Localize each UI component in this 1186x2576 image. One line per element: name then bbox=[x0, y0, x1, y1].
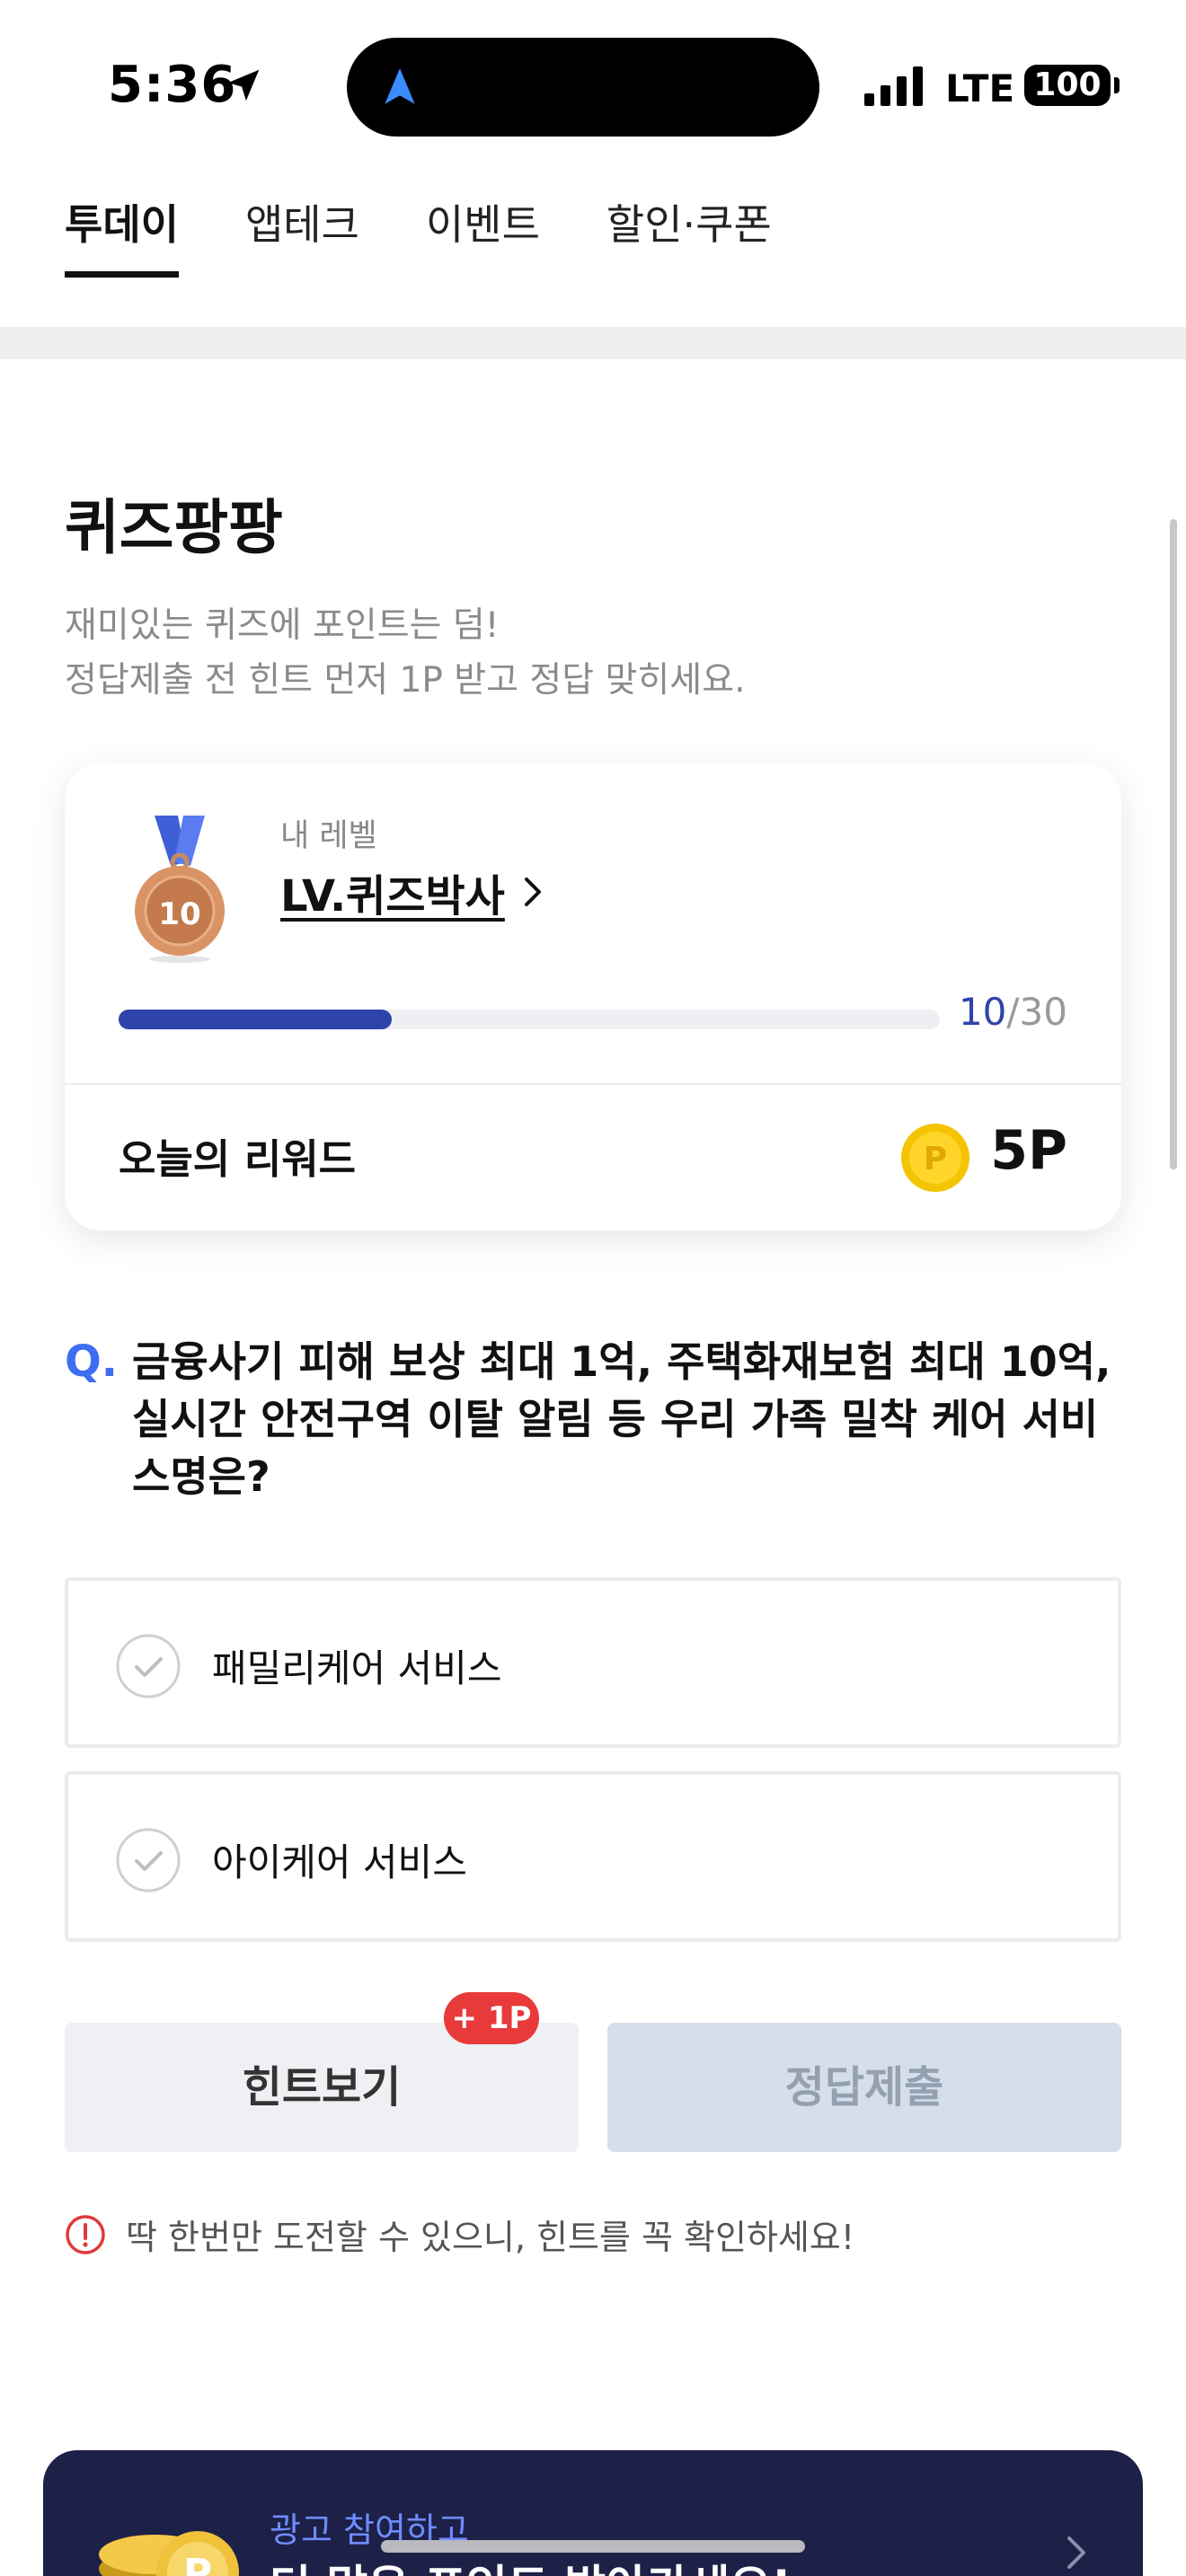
level-name: LV.퀴즈박사 bbox=[280, 871, 505, 922]
top-tabs: 투데이 앱테크 이벤트 할인·쿠폰 bbox=[65, 192, 772, 282]
coin-symbol: P bbox=[924, 1141, 947, 1178]
question-mark: Q. bbox=[65, 1337, 119, 1387]
hint-point-badge: + 1P bbox=[444, 1992, 539, 2044]
level-progress-text: 10/30 bbox=[959, 990, 1067, 1034]
answer-option-2[interactable]: 아이케어 서비스 bbox=[65, 1771, 1121, 1942]
coin-stack-icon: P bbox=[99, 2531, 239, 2576]
ad-line-2: 더 많은 포인트 받아가세요! bbox=[270, 2551, 792, 2576]
status-time: 5:36 bbox=[108, 56, 237, 114]
chevron-right-icon bbox=[1067, 2536, 1085, 2569]
tab-event[interactable]: 이벤트 bbox=[426, 192, 540, 282]
question-text: 금융사기 피해 보상 최대 1억, 주택화재보험 최대 10억, 실시간 안전구… bbox=[132, 1337, 1111, 1501]
location-arrow-icon bbox=[227, 69, 260, 101]
navigation-icon bbox=[385, 68, 415, 104]
network-type: LTE bbox=[945, 66, 1015, 110]
reward-label: 오늘의 리워드 bbox=[119, 1135, 357, 1183]
section-divider bbox=[0, 327, 1186, 359]
progress-current: 10 bbox=[958, 990, 1007, 1034]
option-label: 패밀리케어 서비스 bbox=[212, 1646, 502, 1690]
level-progress-fill bbox=[119, 1010, 393, 1029]
page-title: 퀴즈팡팡 bbox=[65, 493, 283, 562]
tab-today[interactable]: 투데이 bbox=[65, 192, 179, 282]
warning-notice: 딱 한번만 도전할 수 있으니, 힌트를 꼭 확인하세요! bbox=[65, 2210, 854, 2259]
tab-discount-coupon[interactable]: 할인·쿠폰 bbox=[606, 192, 772, 282]
answer-option-1[interactable]: 패밀리케어 서비스 bbox=[65, 1577, 1121, 1748]
home-indicator[interactable] bbox=[381, 2540, 805, 2553]
subtitle-line-1: 재미있는 퀴즈에 포인트는 덤! bbox=[65, 605, 500, 646]
chevron-right-icon bbox=[524, 878, 541, 906]
ad-banner[interactable]: P 광고 참여하고 더 많은 포인트 받아가세요! bbox=[43, 2450, 1143, 2576]
card-divider bbox=[65, 1083, 1121, 1085]
check-circle-icon bbox=[116, 1828, 181, 1892]
quiz-question: Q. 금융사기 피해 보상 최대 1억, 주택화재보험 최대 10억, 실시간 … bbox=[65, 1333, 1134, 1505]
tab-apptech[interactable]: 앱테크 bbox=[245, 192, 359, 282]
subtitle-line-2: 정답제출 전 힌트 먼저 1P 받고 정답 맞히세요. bbox=[65, 660, 746, 701]
svg-text:P: P bbox=[183, 2551, 212, 2576]
option-label: 아이케어 서비스 bbox=[212, 1840, 467, 1884]
dynamic-island bbox=[347, 38, 819, 137]
level-link[interactable]: LV.퀴즈박사 bbox=[280, 860, 546, 923]
medal-number: 10 bbox=[158, 896, 201, 932]
battery-icon: 100 bbox=[1024, 65, 1111, 106]
check-circle-icon bbox=[116, 1634, 181, 1698]
reward-value: 5P bbox=[990, 1119, 1067, 1182]
submit-answer-button[interactable]: 정답제출 bbox=[607, 2023, 1121, 2152]
medal-icon: 10 bbox=[128, 810, 232, 963]
level-progress-bar bbox=[119, 1010, 940, 1029]
scrollbar[interactable] bbox=[1170, 519, 1177, 1169]
level-card: 10 내 레벨 LV.퀴즈박사 10/30 오늘의 리워드 P 5P bbox=[65, 763, 1121, 1231]
status-bar: 5:36 LTE 100 bbox=[0, 0, 1186, 162]
warning-text: 딱 한번만 도전할 수 있으니, 힌트를 꼭 확인하세요! bbox=[126, 2218, 855, 2257]
exclamation-circle-icon bbox=[66, 2214, 105, 2254]
cellular-signal-icon bbox=[864, 66, 923, 106]
battery-tip bbox=[1114, 77, 1120, 93]
point-coin-icon: P bbox=[901, 1124, 969, 1192]
level-label: 내 레벨 bbox=[280, 818, 377, 854]
quiz-subtitle: 재미있는 퀴즈에 포인트는 덤! 정답제출 전 힌트 먼저 1P 받고 정답 맞… bbox=[65, 598, 745, 708]
progress-total: /30 bbox=[1006, 990, 1067, 1034]
